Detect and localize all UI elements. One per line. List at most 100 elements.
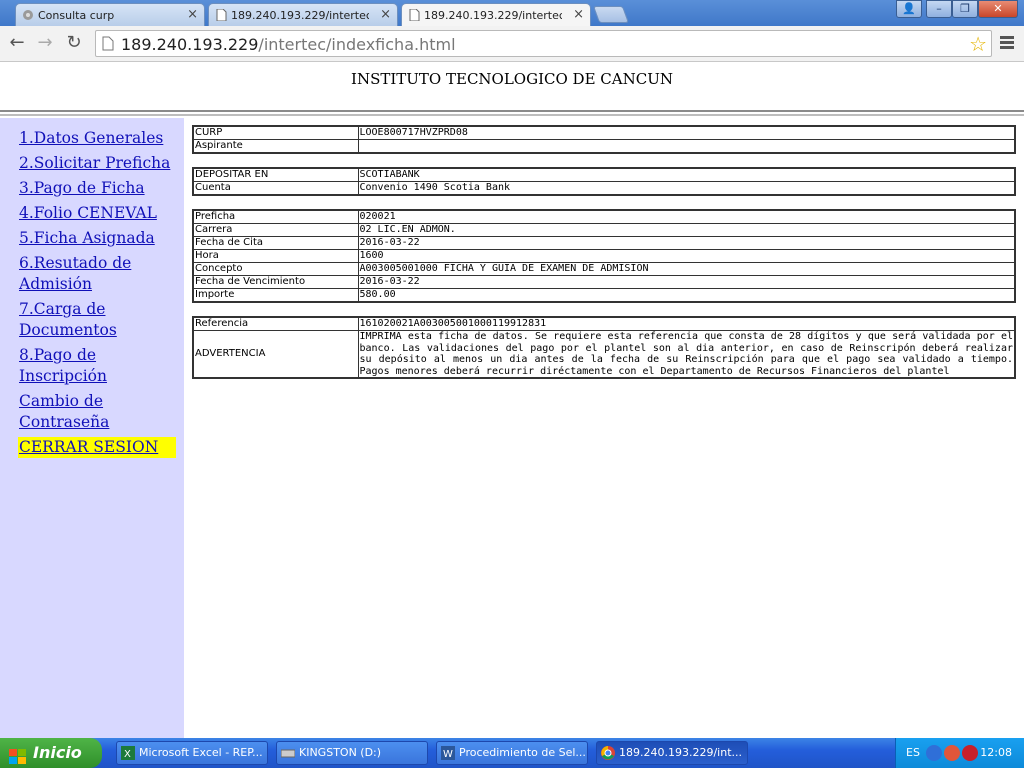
aspirante-table: CURP LOOE800717HVZPRD08 Aspirante <box>192 125 1016 154</box>
clock[interactable]: 12:08 <box>980 746 1012 759</box>
address-bar[interactable]: 189.240.193.229/intertec/indexficha.html… <box>95 30 992 57</box>
close-icon[interactable]: × <box>573 7 584 22</box>
minimize-button[interactable]: – <box>926 0 952 18</box>
drive-icon <box>280 746 296 760</box>
sidebar-item-cambio-contrasena[interactable]: Cambio de Contraseña <box>19 391 171 433</box>
table-row: Cuenta Convenio 1490 Scotia Bank <box>192 181 1016 196</box>
field-label: CURP <box>192 125 359 140</box>
field-label: Carrera <box>192 223 359 237</box>
table-row: Preficha 020021 <box>192 209 1016 224</box>
tab-label: Consulta curp <box>38 8 115 22</box>
field-label: DEPOSITAR EN <box>192 167 359 182</box>
warning-text: IMPRIMA esta ficha de datos. Se requiere… <box>357 330 1016 379</box>
browser-toolbar: ← → ↻ 189.240.193.229/intertec/indexfich… <box>0 26 1024 62</box>
start-button[interactable]: Inicio <box>0 738 102 768</box>
taskbar-item-label: Procedimiento de Sel... <box>459 746 586 759</box>
taskbar-item-label: KINGSTON (D:) <box>299 746 382 759</box>
sidebar-link[interactable]: Cambio de Contraseña <box>19 392 109 431</box>
sidebar-item-resultado-admision[interactable]: 6.Resutado de Admisión <box>19 253 171 295</box>
taskbar-item-chrome[interactable]: 189.240.193.229/int... <box>596 741 748 765</box>
taskbar-item-kingston[interactable]: KINGSTON (D:) <box>276 741 428 765</box>
back-button[interactable]: ← <box>6 32 28 54</box>
forward-button[interactable]: → <box>34 32 56 54</box>
field-value: 161020021A003005001000119912831 <box>357 316 1016 331</box>
language-indicator[interactable]: ES <box>906 746 920 759</box>
arrow-icon[interactable] <box>926 745 942 761</box>
close-icon[interactable]: × <box>187 7 198 22</box>
sidebar-item-folio-ceneval[interactable]: 4.Folio CENEVAL <box>19 203 171 224</box>
reload-button[interactable]: ↻ <box>63 32 85 54</box>
table-row: ADVERTENCIA IMPRIMA esta ficha de datos. … <box>192 330 1016 379</box>
table-row: Referencia 161020021A00300500100011991283… <box>192 316 1016 331</box>
field-value <box>357 139 1016 154</box>
sidebar-item-solicitar-preficha[interactable]: 2.Solicitar Preficha <box>19 153 171 174</box>
chrome-tray-icon[interactable] <box>944 745 960 761</box>
sidebar-link[interactable]: 1.Datos Generales <box>19 129 163 147</box>
field-label: ADVERTENCIA <box>192 330 359 379</box>
header-divider <box>0 110 1024 116</box>
tab-consulta-curp[interactable]: Consulta curp × <box>15 3 205 26</box>
page-icon <box>102 36 114 51</box>
page-header: INSTITUTO TECNOLOGICO DE CANCUN <box>0 63 1024 111</box>
field-label: Preficha <box>192 209 359 224</box>
table-row: CURP LOOE800717HVZPRD08 <box>192 125 1016 140</box>
field-value: Convenio 1490 Scotia Bank <box>357 181 1016 196</box>
sidebar-link[interactable]: 2.Solicitar Preficha <box>19 154 170 172</box>
taskbar-item-excel[interactable]: X Microsoft Excel - REP... <box>116 741 268 765</box>
sidebar-item-carga-documentos[interactable]: 7.Carga de Documentos <box>19 299 171 341</box>
taskbar-item-word[interactable]: W Procedimiento de Sel... <box>436 741 588 765</box>
ficha-content: CURP LOOE800717HVZPRD08 Aspirante DEPOSIT… <box>192 125 1016 392</box>
field-label: Importe <box>192 288 359 303</box>
tab-label: 189.240.193.229/intertec/ir <box>231 8 369 22</box>
table-row: Fecha de Vencimiento 2016-03-22 <box>192 275 1016 289</box>
sidebar-link[interactable]: 5.Ficha Asignada <box>19 229 155 247</box>
field-value: 1600 <box>357 249 1016 263</box>
user-icon[interactable]: 👤 <box>896 0 922 18</box>
field-value: LOOE800717HVZPRD08 <box>357 125 1016 140</box>
table-row: Hora 1600 <box>192 249 1016 263</box>
browser-tab-strip: Consulta curp × 189.240.193.229/intertec… <box>0 0 1024 27</box>
preficha-table: Preficha 020021 Carrera 02 LIC.EN ADMON. F… <box>192 209 1016 303</box>
field-value: A003005001000 FICHA Y GUIA DE EXAMEN DE … <box>357 262 1016 276</box>
sidebar-link[interactable]: 6.Resutado de Admisión <box>19 254 131 293</box>
svg-text:W: W <box>443 749 453 760</box>
sidebar-link[interactable]: 8.Pago de Inscripción <box>19 346 107 385</box>
field-label: Aspirante <box>192 139 359 154</box>
field-label: Hora <box>192 249 359 263</box>
close-icon[interactable]: × <box>380 7 391 22</box>
sidebar-item-pago-de-ficha[interactable]: 3.Pago de Ficha <box>19 178 171 199</box>
table-row: Concepto A003005001000 FICHA Y GUIA DE EX… <box>192 262 1016 276</box>
sidebar-item-datos-generales[interactable]: 1.Datos Generales <box>19 128 171 149</box>
field-value: SCOTIABANK <box>357 167 1016 182</box>
url-path: /intertec/indexficha.html <box>258 35 456 54</box>
field-value: 2016-03-22 <box>357 236 1016 250</box>
new-tab-button[interactable] <box>592 6 630 23</box>
system-tray: ES 12:08 <box>895 738 1024 768</box>
referencia-table: Referencia 161020021A00300500100011991283… <box>192 316 1016 379</box>
url-host: 189.240.193.229 <box>121 35 259 54</box>
sidebar-item-cerrar-sesion[interactable]: CERRAR SESION <box>18 437 176 458</box>
url-text[interactable]: 189.240.193.229/intertec/indexficha.html <box>121 35 456 54</box>
sidebar-link[interactable]: 7.Carga de Documentos <box>19 300 117 339</box>
sidebar-link[interactable]: 3.Pago de Ficha <box>19 179 145 197</box>
shield-icon[interactable] <box>962 745 978 761</box>
web-page: INSTITUTO TECNOLOGICO DE CANCUN 1.Datos … <box>0 63 1024 738</box>
field-label: Fecha de Vencimiento <box>192 275 359 289</box>
menu-icon[interactable] <box>999 34 1015 52</box>
tab-intertec-active[interactable]: 189.240.193.229/intertec/ir × <box>401 3 591 27</box>
tab-intertec-1[interactable]: 189.240.193.229/intertec/ir × <box>208 3 398 26</box>
field-label: Referencia <box>192 316 359 331</box>
sidebar-link[interactable]: 4.Folio CENEVAL <box>19 204 157 222</box>
field-label: Cuenta <box>192 181 359 196</box>
logout-link[interactable]: CERRAR SESION <box>19 438 158 456</box>
table-row: DEPOSITAR EN SCOTIABANK <box>192 167 1016 182</box>
sidebar-item-ficha-asignada[interactable]: 5.Ficha Asignada <box>19 228 171 249</box>
bookmark-star-icon[interactable]: ☆ <box>969 32 987 56</box>
field-value: 580.00 <box>357 288 1016 303</box>
table-row: Importe 580.00 <box>192 288 1016 303</box>
tab-label: 189.240.193.229/intertec/ir <box>424 9 562 22</box>
page-title: INSTITUTO TECNOLOGICO DE CANCUN <box>351 70 673 88</box>
close-window-button[interactable]: ✕ <box>978 0 1018 18</box>
restore-button[interactable]: ❐ <box>952 0 978 18</box>
sidebar-item-pago-inscripcion[interactable]: 8.Pago de Inscripción <box>19 345 171 387</box>
